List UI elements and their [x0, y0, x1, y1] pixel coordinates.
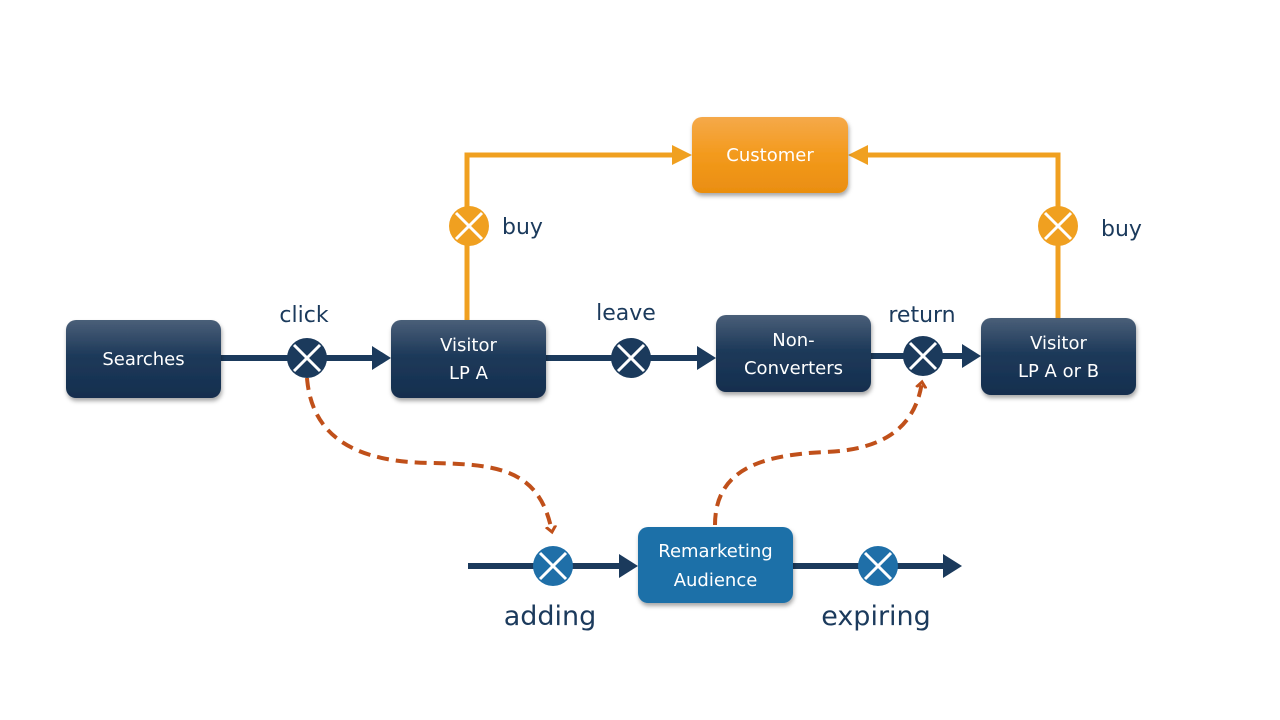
node-visitor-lp-a-line1: Visitor: [440, 335, 497, 356]
node-visitor-lp-a: Visitor LP A: [391, 320, 546, 398]
gate-return-icon: [903, 336, 943, 376]
label-click: click: [279, 303, 328, 328]
gate-adding-icon: [533, 546, 573, 586]
arrow-head: [848, 145, 868, 165]
flow-diagram: Searches Visitor LP A Non- Converters Vi…: [66, 117, 1142, 632]
arrow-head: [672, 145, 692, 165]
node-non-converters: Non- Converters: [716, 315, 871, 392]
label-expiring: expiring: [821, 601, 931, 632]
label-adding: adding: [504, 601, 597, 632]
node-remarketing-line1: Remarketing: [658, 541, 773, 562]
node-visitor-lp-a-or-b-line1: Visitor: [1030, 333, 1087, 354]
node-remarketing-line2: Audience: [674, 570, 758, 591]
node-customer: Customer: [692, 117, 848, 193]
gate-expiring-icon: [858, 546, 898, 586]
node-non-converters-line1: Non-: [772, 330, 814, 351]
node-remarketing-audience: Remarketing Audience: [638, 527, 793, 603]
gate-buy-right-icon: [1038, 206, 1078, 246]
gate-click-icon: [287, 338, 327, 378]
node-visitor-lp-a-or-b: Visitor LP A or B: [981, 318, 1136, 395]
node-visitor-lp-a-line2: LP A: [449, 363, 489, 384]
label-return: return: [888, 303, 955, 328]
buy-flow-left: [464, 145, 692, 320]
node-non-converters-line2: Converters: [744, 358, 843, 379]
dashed-edge-click-to-adding: [305, 377, 552, 532]
dashed-edge-remarketing-to-return: [713, 382, 922, 526]
buy-flow-right: [848, 145, 1061, 318]
node-searches-label: Searches: [102, 349, 184, 370]
gate-leave-icon: [611, 338, 651, 378]
label-buy-right: buy: [1101, 217, 1142, 242]
gate-buy-left-icon: [449, 206, 489, 246]
label-buy-left: buy: [502, 215, 543, 240]
label-leave: leave: [596, 301, 656, 326]
node-searches: Searches: [66, 320, 221, 398]
node-visitor-lp-a-or-b-line2: LP A or B: [1018, 361, 1099, 382]
node-customer-label: Customer: [726, 145, 814, 166]
